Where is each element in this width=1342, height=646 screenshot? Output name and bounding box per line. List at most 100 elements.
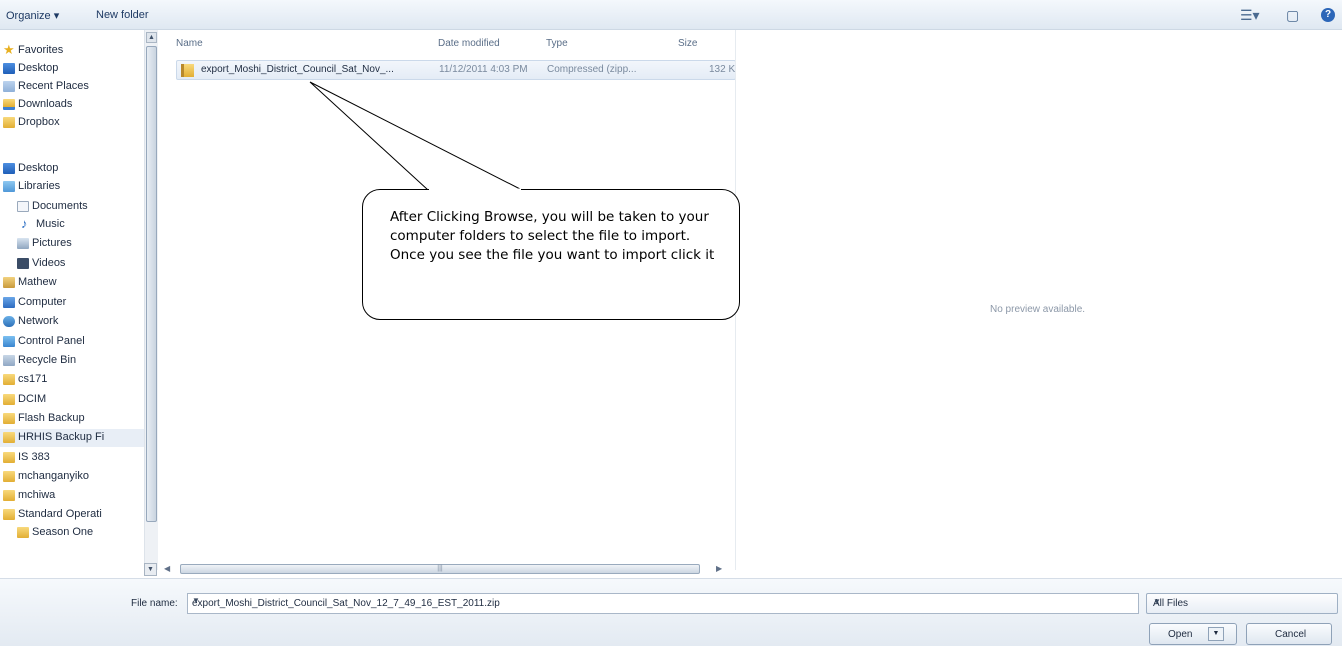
sidebar-item-libraries[interactable]: Libraries [0, 178, 144, 196]
scroll-right-arrow-icon[interactable]: ▶ [716, 564, 722, 573]
sidebar-item-label: Pictures [32, 237, 72, 249]
help-icon[interactable]: ? [1321, 8, 1335, 22]
desktop-icon [3, 63, 15, 74]
sidebar-item-label: Favorites [18, 44, 64, 56]
folder-icon [3, 432, 15, 443]
cpanel-icon [3, 336, 15, 347]
column-header-name[interactable]: Name [176, 38, 203, 49]
nav-scroll-thumb[interactable] [146, 46, 157, 522]
sidebar-item-mathew[interactable]: Mathew [0, 274, 144, 292]
sidebar-item-desktop[interactable]: Desktop [0, 160, 144, 178]
sidebar-item-label: Mathew [18, 276, 57, 288]
download-icon [3, 99, 15, 110]
sidebar-item-label: IS 383 [18, 451, 50, 463]
sidebar-item-is-383[interactable]: IS 383 [0, 449, 144, 467]
sidebar-item-mchanganyiko[interactable]: mchanganyiko [0, 468, 144, 486]
folder-icon [17, 527, 29, 538]
recycle-icon [3, 355, 15, 366]
cancel-button-label: Cancel [1275, 629, 1307, 640]
preview-pane: No preview available. [735, 30, 1342, 570]
file-type-cell: Compressed (zipp... [547, 64, 637, 75]
music-icon: ♪ [21, 216, 28, 231]
sidebar-item-control-panel[interactable]: Control Panel [0, 333, 144, 351]
sidebar-item-recycle-bin[interactable]: Recycle Bin [0, 352, 144, 370]
file-name-input[interactable]: export_Moshi_District_Council_Sat_Nov_12… [187, 593, 1139, 614]
navigation-pane: ★ Favorites Desktop Recent Places Downloads D… [0, 30, 160, 572]
folder-icon [3, 452, 15, 463]
new-folder-button[interactable]: New folder [96, 9, 149, 21]
sidebar-item-label: Control Panel [18, 335, 85, 347]
sidebar-item-dcim[interactable]: DCIM [0, 391, 144, 409]
sidebar-item-label: Recycle Bin [18, 354, 77, 366]
view-options-icon[interactable]: ☰▾ [1240, 7, 1260, 23]
file-name-cell: export_Moshi_District_Council_Sat_Nov_..… [201, 64, 394, 75]
folder-icon [3, 374, 15, 385]
scroll-down-arrow-icon[interactable]: ▼ [144, 563, 157, 576]
sidebar-item-label: HRHIS Backup Fi [18, 431, 105, 443]
sidebar-item-dropbox[interactable]: Dropbox [0, 114, 144, 132]
sidebar-item-label: Dropbox [18, 116, 60, 128]
sidebar-item-label: Downloads [18, 98, 73, 110]
desktop-icon [3, 163, 15, 174]
sidebar-item-flash-backup[interactable]: Flash Backup [0, 410, 144, 428]
sidebar-item-standard-operati[interactable]: Standard Operati [0, 506, 144, 524]
sidebar-item-label: Recent Places [18, 80, 89, 92]
sidebar-item-recent-places[interactable]: Recent Places [0, 78, 144, 96]
sidebar-item-season-one[interactable]: Season One [0, 524, 144, 542]
column-header-size[interactable]: Size [678, 38, 697, 49]
sidebar-item-network[interactable]: Network [0, 313, 144, 331]
folder-icon [3, 490, 15, 501]
horizontal-scrollbar[interactable]: ◀ ||| ▶ [160, 562, 730, 576]
preview-pane-icon[interactable]: ▢ [1286, 7, 1299, 23]
sidebar-item-label: Network [18, 315, 59, 327]
sidebar-item-favorites[interactable]: ★ Favorites [0, 42, 144, 60]
folder-icon [3, 117, 15, 128]
chevron-down-icon[interactable]: ▼ [1153, 597, 1332, 606]
sidebar-item-hrhis-backup-fi[interactable]: HRHIS Backup Fi [0, 429, 144, 447]
lib-icon [3, 181, 15, 192]
column-header-date[interactable]: Date modified [438, 38, 500, 49]
network-icon [3, 316, 15, 327]
folder-icon [3, 471, 15, 482]
sidebar-item-videos[interactable]: Videos [0, 255, 144, 273]
sidebar-item-label: Desktop [18, 162, 59, 174]
sidebar-item-label: Libraries [18, 180, 61, 192]
file-row[interactable]: export_Moshi_District_Council_Sat_Nov_..… [176, 60, 736, 80]
sidebar-item-downloads[interactable]: Downloads [0, 96, 144, 114]
file-size-cell: 132 K [709, 64, 736, 75]
sidebar-item-label: mchanganyiko [18, 470, 89, 482]
scroll-left-arrow-icon[interactable]: ◀ [164, 564, 170, 573]
chevron-down-icon[interactable]: ▼ [192, 596, 1134, 605]
file-date-cell: 11/12/2011 4:03 PM [439, 64, 528, 75]
sidebar-item-mchiwa[interactable]: mchiwa [0, 487, 144, 505]
sidebar-item-music[interactable]: ♪ Music [0, 216, 144, 234]
sidebar-item-desktop[interactable]: Desktop [0, 60, 144, 78]
open-options-chevron-icon[interactable]: ▼ [1208, 627, 1224, 641]
folder-icon [3, 509, 15, 520]
cancel-button[interactable]: Cancel [1246, 623, 1332, 645]
computer-icon [3, 297, 15, 308]
sidebar-item-label: Desktop [18, 62, 59, 74]
scroll-up-arrow-icon[interactable]: ▲ [146, 32, 157, 43]
sidebar-item-pictures[interactable]: Pictures [0, 235, 144, 253]
open-button[interactable]: Open ▼ [1149, 623, 1237, 645]
nav-scrollbar[interactable]: ▲ [144, 30, 158, 570]
preview-message: No preview available. [990, 304, 1086, 315]
horizontal-scroll-thumb[interactable]: ||| [180, 564, 700, 574]
organize-button[interactable]: Organize ▾ [6, 9, 59, 22]
doc-icon [17, 201, 29, 212]
sidebar-item-label: DCIM [18, 393, 47, 405]
sidebar-item-computer[interactable]: Computer [0, 294, 144, 312]
sidebar-item-label: Music [36, 218, 65, 230]
column-header-type[interactable]: Type [546, 38, 568, 49]
folder-icon [3, 394, 15, 405]
sidebar-item-label: Standard Operati [18, 508, 102, 520]
sidebar-item-label: cs171 [18, 373, 48, 385]
sidebar-item-documents[interactable]: Documents [0, 198, 144, 216]
sidebar-item-label: Documents [32, 200, 88, 212]
sidebar-item-cs171[interactable]: cs171 [0, 371, 144, 389]
pic-icon [17, 238, 29, 249]
file-type-filter[interactable]: All Files ▼ [1146, 593, 1338, 614]
sidebar-item-label: Flash Backup [18, 412, 85, 424]
user-icon [3, 277, 15, 288]
